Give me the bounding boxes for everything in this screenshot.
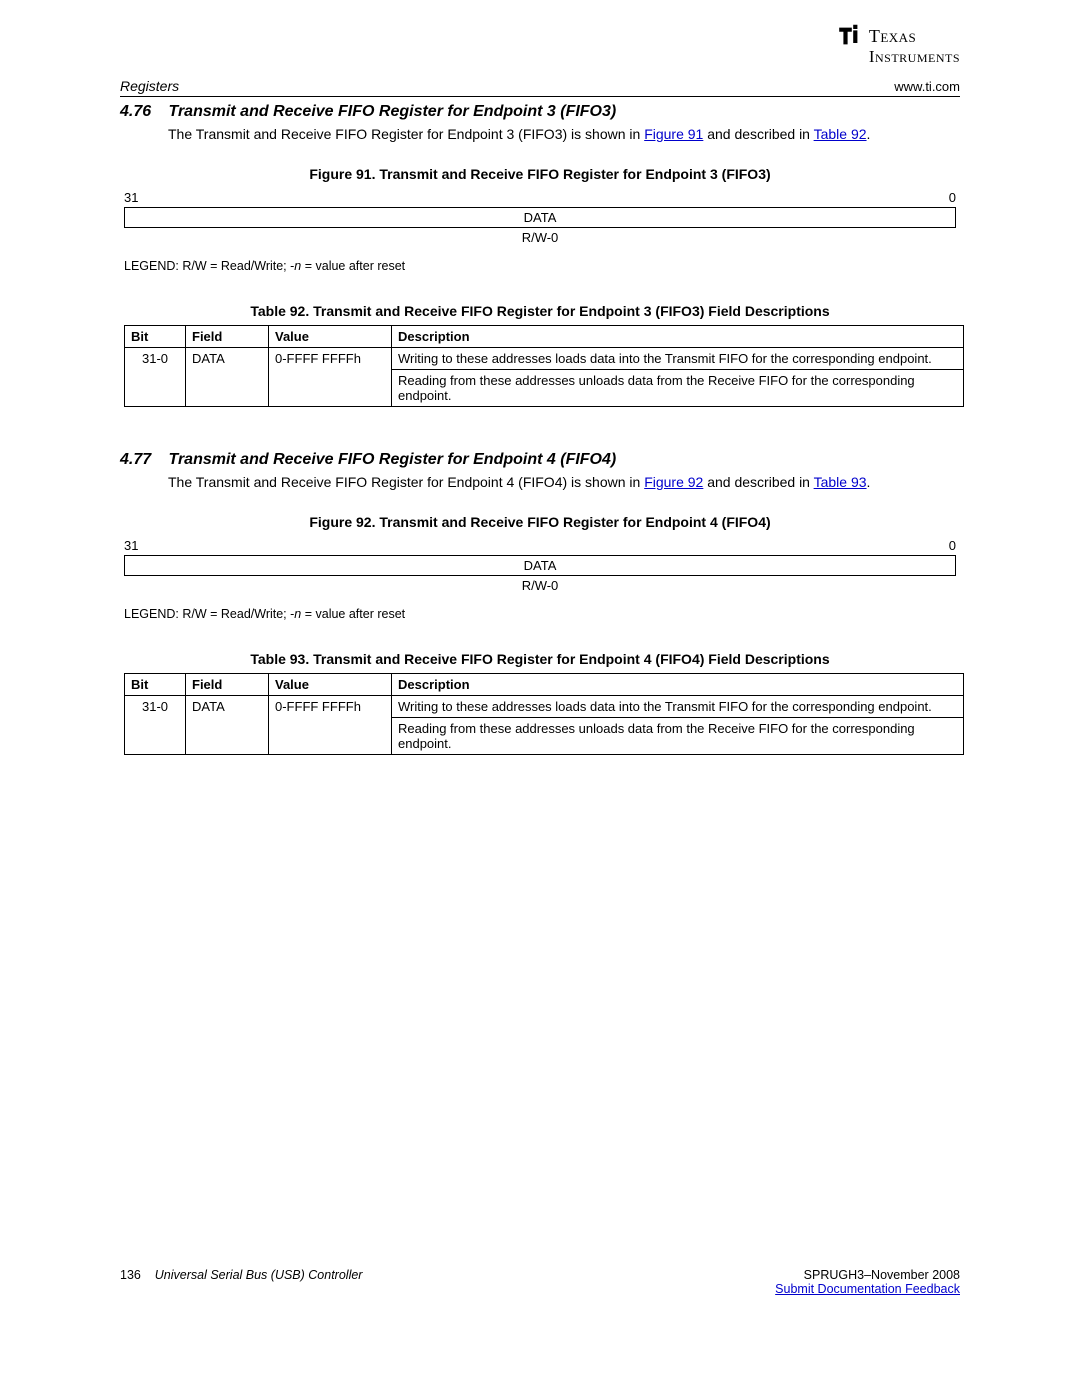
section-number: 4.76 bbox=[120, 103, 164, 121]
td-desc2: Reading from these addresses unloads dat… bbox=[392, 369, 964, 406]
th-desc: Description bbox=[392, 325, 964, 347]
table-row: 31-0 DATA 0-FFFF FFFFh Writing to these … bbox=[125, 695, 964, 717]
rw-label: R/W-0 bbox=[120, 578, 960, 593]
td-field: DATA bbox=[186, 695, 269, 754]
td-bit: 31-0 bbox=[125, 695, 186, 754]
legend-text: LEGEND: R/W = Read/Write; -n = value aft… bbox=[124, 259, 960, 273]
table-header-row: Bit Field Value Description bbox=[125, 325, 964, 347]
rw-label: R/W-0 bbox=[120, 230, 960, 245]
th-bit: Bit bbox=[125, 673, 186, 695]
th-value: Value bbox=[269, 325, 392, 347]
logo-text-line2: Instruments bbox=[869, 47, 960, 67]
logo-text-line1: Texas bbox=[869, 26, 916, 47]
table-caption: Table 92. Transmit and Receive FIFO Regi… bbox=[120, 303, 960, 319]
header-url: www.ti.com bbox=[894, 79, 960, 94]
section-heading: 4.77 Transmit and Receive FIFO Register … bbox=[120, 451, 960, 469]
td-bit: 31-0 bbox=[125, 347, 186, 406]
register-field-box: DATA bbox=[124, 207, 956, 228]
bit-high: 31 bbox=[124, 538, 138, 553]
page-footer: 136 Universal Serial Bus (USB) Controlle… bbox=[120, 1268, 960, 1296]
section-title: Transmit and Receive FIFO Register for E… bbox=[168, 451, 616, 468]
td-field: DATA bbox=[186, 347, 269, 406]
field-description-table: Bit Field Value Description 31-0 DATA 0-… bbox=[124, 325, 964, 407]
th-field: Field bbox=[186, 325, 269, 347]
page-number: 136 bbox=[120, 1268, 141, 1282]
section-fifo4: 4.77 Transmit and Receive FIFO Register … bbox=[120, 451, 960, 755]
footer-doc-title: Universal Serial Bus (USB) Controller bbox=[155, 1268, 363, 1282]
field-description-table: Bit Field Value Description 31-0 DATA 0-… bbox=[124, 673, 964, 755]
bit-low: 0 bbox=[949, 190, 956, 205]
th-bit: Bit bbox=[125, 325, 186, 347]
bit-low: 0 bbox=[949, 538, 956, 553]
td-value: 0-FFFF FFFFh bbox=[269, 695, 392, 754]
section-fifo3: 4.76 Transmit and Receive FIFO Register … bbox=[120, 103, 960, 407]
figure-caption: Figure 92. Transmit and Receive FIFO Reg… bbox=[120, 514, 960, 530]
section-number: 4.77 bbox=[120, 451, 164, 469]
figure-link[interactable]: Figure 92 bbox=[644, 474, 703, 490]
bit-label-row: 31 0 bbox=[124, 190, 956, 205]
table-row: 31-0 DATA 0-FFFF FFFFh Writing to these … bbox=[125, 347, 964, 369]
bit-label-row: 31 0 bbox=[124, 538, 956, 553]
header-section-name: Registers bbox=[120, 78, 179, 94]
section-title: Transmit and Receive FIFO Register for E… bbox=[168, 103, 616, 120]
legend-text: LEGEND: R/W = Read/Write; -n = value aft… bbox=[124, 607, 960, 621]
figure-caption: Figure 91. Transmit and Receive FIFO Reg… bbox=[120, 166, 960, 182]
header-bar: Registers www.ti.com bbox=[120, 78, 960, 97]
table-link[interactable]: Table 92 bbox=[814, 126, 867, 142]
intro-text: The Transmit and Receive FIFO Register f… bbox=[168, 125, 960, 144]
td-desc1: Writing to these addresses loads data in… bbox=[392, 347, 964, 369]
th-value: Value bbox=[269, 673, 392, 695]
figure-link[interactable]: Figure 91 bbox=[644, 126, 703, 142]
td-desc1: Writing to these addresses loads data in… bbox=[392, 695, 964, 717]
th-field: Field bbox=[186, 673, 269, 695]
footer-doc-id: SPRUGH3–November 2008 bbox=[775, 1268, 960, 1282]
table-link[interactable]: Table 93 bbox=[814, 474, 867, 490]
ti-logo-block: Texas Instruments bbox=[835, 22, 960, 67]
ti-logo-icon bbox=[835, 22, 863, 50]
th-desc: Description bbox=[392, 673, 964, 695]
register-field-box: DATA bbox=[124, 555, 956, 576]
table-header-row: Bit Field Value Description bbox=[125, 673, 964, 695]
footer-feedback-link[interactable]: Submit Documentation Feedback bbox=[775, 1282, 960, 1296]
td-value: 0-FFFF FFFFh bbox=[269, 347, 392, 406]
table-caption: Table 93. Transmit and Receive FIFO Regi… bbox=[120, 651, 960, 667]
section-heading: 4.76 Transmit and Receive FIFO Register … bbox=[120, 103, 960, 121]
td-desc2: Reading from these addresses unloads dat… bbox=[392, 717, 964, 754]
bit-high: 31 bbox=[124, 190, 138, 205]
intro-text: The Transmit and Receive FIFO Register f… bbox=[168, 473, 960, 492]
